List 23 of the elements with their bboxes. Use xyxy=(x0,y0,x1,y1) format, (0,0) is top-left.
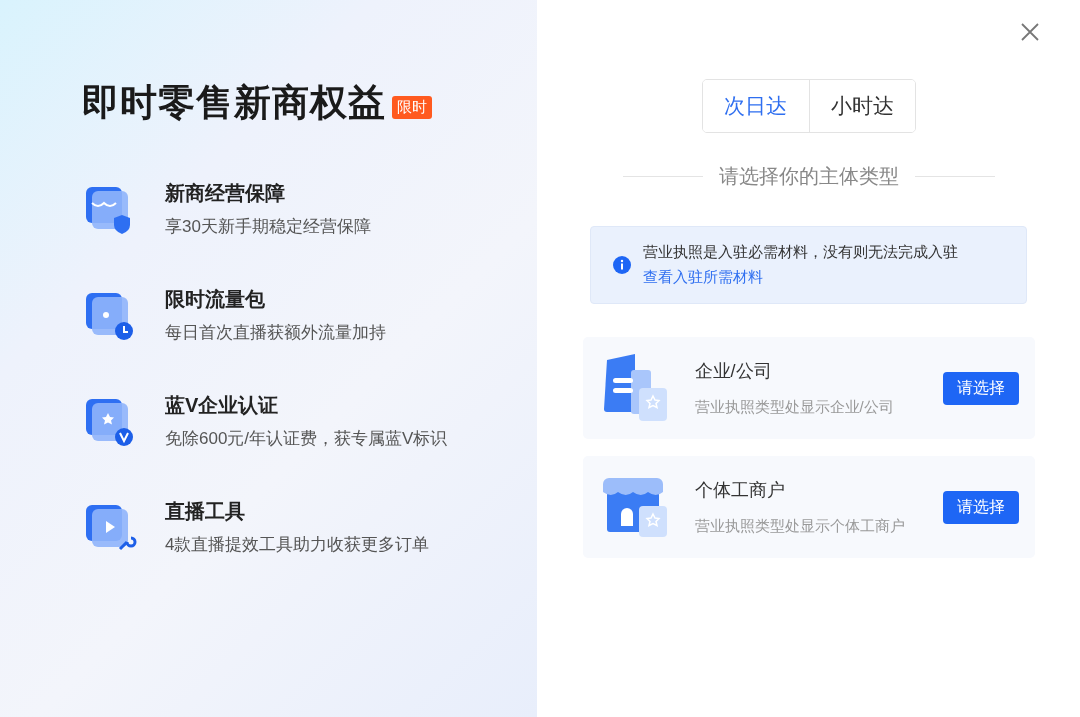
benefit-description: 4款直播提效工具助力收获更多订单 xyxy=(165,534,430,556)
select-button[interactable]: 请选择 xyxy=(942,371,1019,405)
entity-name: 企业/公司 xyxy=(694,360,773,383)
entity-hint: 营业执照类型处显示企业/公司 xyxy=(694,398,895,417)
entity-name: 个体工商户 xyxy=(694,479,786,502)
section-heading: 请选择你的主体类型 xyxy=(718,164,899,189)
storefront-star-icon xyxy=(602,476,669,538)
info-icon xyxy=(613,256,631,274)
benefit-title: 直播工具 xyxy=(165,499,246,524)
benefit-description: 免除600元/年认证费，获专属蓝V标识 xyxy=(165,428,448,450)
benefit-title: 新商经营保障 xyxy=(165,181,286,206)
entity-hint: 营业执照类型处显示个体工商户 xyxy=(694,517,906,536)
notice-text: 营业执照是入驻必需材料，没有则无法完成入驻 xyxy=(643,243,958,262)
benefit-title: 限时流量包 xyxy=(165,287,266,312)
benefit-title: 蓝V企业认证 xyxy=(165,393,280,418)
promo-title: 即时零售新商权益 xyxy=(82,81,386,125)
document-star-icon xyxy=(602,354,669,422)
select-button[interactable]: 请选择 xyxy=(942,490,1019,524)
benefit-description: 每日首次直播获额外流量加持 xyxy=(165,322,386,344)
delivery-tab[interactable]: 小时达 xyxy=(808,80,915,132)
materials-link[interactable]: 查看入驻所需材料 xyxy=(643,268,958,287)
limited-badge: 限时 xyxy=(392,95,432,119)
benefit-description: 享30天新手期稳定经营保障 xyxy=(165,216,371,238)
